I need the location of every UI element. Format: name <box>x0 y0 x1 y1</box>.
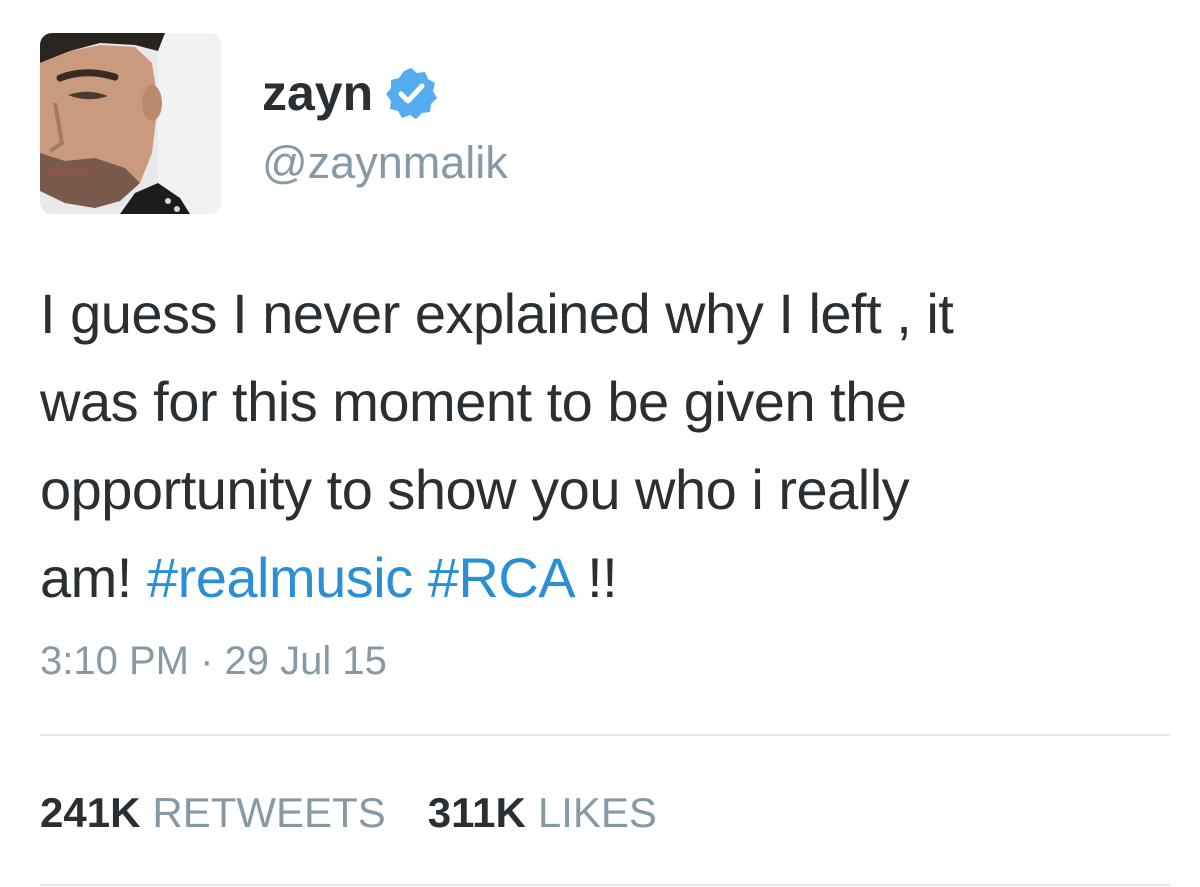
tweet-text-line: I guess I never explained why I left , i… <box>40 282 954 345</box>
profile-avatar[interactable] <box>40 33 221 214</box>
display-name[interactable]: zayn <box>262 68 373 118</box>
tweet-card: zayn @zaynmalik I guess I never explaine… <box>0 0 1200 887</box>
tweet-text-line: was for this moment to be given the <box>40 370 907 433</box>
retweets-label: RETWEETS <box>152 789 386 836</box>
hashtag-link-realmusic[interactable]: #realmusic <box>147 546 413 609</box>
tweet-text-fragment: !! <box>587 546 618 609</box>
display-name-row[interactable]: zayn <box>262 58 439 128</box>
likes-count: 311K <box>427 789 526 836</box>
likes-label: LIKES <box>537 789 657 836</box>
divider <box>40 734 1170 736</box>
tweet-text-fragment: am! <box>40 546 132 609</box>
likes-stat[interactable]: 311K LIKES <box>428 792 657 834</box>
tweet-text-line: opportunity to show you who i really <box>40 458 910 521</box>
avatar-photo <box>40 33 221 214</box>
hashtag-link-rca[interactable]: #RCA <box>428 546 573 609</box>
tweet-timestamp[interactable]: 3:10 PM · 29 Jul 15 <box>40 641 387 681</box>
verified-badge-icon <box>383 65 439 121</box>
user-handle[interactable]: @zaynmalik <box>262 140 508 185</box>
tweet-text: I guess I never explained why I left , i… <box>40 270 1180 622</box>
tweet-stats: 241K RETWEETS 311K LIKES <box>40 792 699 834</box>
retweets-stat[interactable]: 241K RETWEETS <box>40 792 386 834</box>
retweets-count: 241K <box>40 789 141 836</box>
divider <box>40 884 1170 886</box>
tweet-text-line-last: am! #realmusic #RCA !! <box>40 534 1180 622</box>
